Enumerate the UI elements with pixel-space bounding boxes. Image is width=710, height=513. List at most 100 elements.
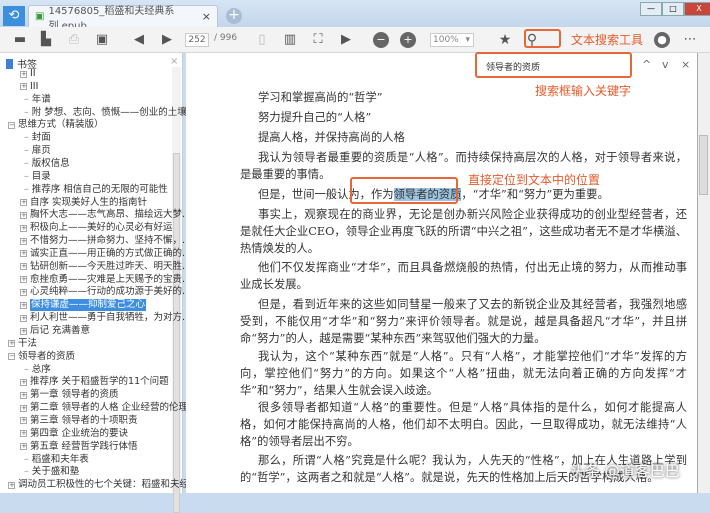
paragraph: 但是，世间一般认为，作为领导者的资质，“才华”和“努力”更为重要。 xyxy=(240,186,687,203)
bookmark-item[interactable]: + 第三章 领导者的十项职责 xyxy=(20,415,138,427)
bookmark-item[interactable]: + 干法 xyxy=(8,338,37,350)
bookmark-item[interactable]: – 封面 xyxy=(24,132,51,144)
sidebar-scroll-thumb[interactable] xyxy=(173,153,180,513)
tree-line: – xyxy=(24,183,29,195)
sidebar-close-button[interactable]: × xyxy=(170,56,178,67)
bookmark-item[interactable]: – 年谱 xyxy=(24,94,51,106)
tab-close-button[interactable]: × xyxy=(202,10,211,23)
expand-toggle-icon[interactable]: + xyxy=(20,404,27,412)
tree-line: – xyxy=(24,466,29,478)
expand-toggle-icon[interactable]: + xyxy=(8,481,15,489)
paragraph: 很多领导者都知道“人格”的重要性。但是“人格”具体指的是什么，如何才能提高人格，… xyxy=(240,401,687,448)
tab-document[interactable]: ▣ 14576805_稻盛和夫经典系列.epub × xyxy=(28,5,218,32)
expand-toggle-icon[interactable]: + xyxy=(20,276,27,284)
bookmark-item[interactable]: + 推荐序 关于稻盛哲学的11个问题 xyxy=(20,376,169,388)
expand-toggle-icon[interactable]: + xyxy=(20,314,27,322)
bookmark-item[interactable]: – 推荐序 相信自己的无限的可能性 xyxy=(24,184,168,196)
expand-toggle-icon[interactable]: + xyxy=(20,378,27,386)
bookmark-icon xyxy=(6,58,13,69)
forward-arrow-icon[interactable]: ▶ xyxy=(159,32,175,48)
app-menu-icon[interactable]: ⟲ xyxy=(3,6,25,26)
open-cloud-icon[interactable]: ▙ xyxy=(38,32,54,48)
bookmark-item[interactable]: + 第四章 企业统治的要诀 xyxy=(20,428,128,440)
bookmark-item[interactable]: – 目录 xyxy=(24,171,51,183)
double-page-icon[interactable]: ▥ xyxy=(282,32,298,48)
page-number-input[interactable]: 252 xyxy=(185,33,209,47)
bookmark-item[interactable]: + 第五章 经营哲学践行体悟 xyxy=(20,441,138,453)
bookmark-item[interactable]: + 愈挫愈勇——灾难是上天赐予的宝贵... xyxy=(20,274,191,286)
back-arrow-icon[interactable]: ◀ xyxy=(131,32,147,48)
search-close-button[interactable]: × xyxy=(681,58,690,71)
bookmark-item[interactable]: + 钻研创新——今天胜过昨天、明天胜... xyxy=(20,261,191,273)
expand-toggle-icon[interactable]: + xyxy=(20,70,27,78)
search-prev-button[interactable]: ^ xyxy=(642,58,651,71)
bookmark-item[interactable]: + 第二章 领导者的人格 企业经营的伦理 xyxy=(20,402,188,414)
slideshow-icon[interactable]: ▶ xyxy=(338,32,354,48)
bookmark-item[interactable]: + 调动员工积极性的七个关键：稻盛和夫经... xyxy=(8,479,198,491)
expand-toggle-icon[interactable]: + xyxy=(20,391,27,399)
single-page-icon[interactable]: ▯ xyxy=(254,32,270,48)
bookmark-item[interactable]: + 不惜努力——拼命努力、坚持不懈，... xyxy=(20,235,191,247)
close-window-button[interactable]: X xyxy=(684,2,710,16)
expand-toggle-icon[interactable]: + xyxy=(20,417,27,425)
bookmark-label: 领导者的资质 xyxy=(18,350,76,362)
expand-toggle-icon[interactable]: + xyxy=(20,224,27,232)
maximize-button[interactable]: □ xyxy=(662,2,684,16)
tree-line: – xyxy=(24,106,29,118)
expand-toggle-icon[interactable]: + xyxy=(20,237,27,245)
bookmark-item[interactable]: – 总序 xyxy=(24,364,51,376)
expand-toggle-icon[interactable]: + xyxy=(20,301,27,309)
bookmark-item[interactable]: + II xyxy=(20,68,36,80)
bookmark-item[interactable]: + 保持谦虚——抑制爱己之心 xyxy=(20,299,147,312)
more-icon[interactable]: ⋯ xyxy=(682,32,698,48)
bookmark-item[interactable]: − 思维方式（精装版） xyxy=(8,119,104,131)
bookmark-item[interactable]: + 第一章 领导者的资质 xyxy=(20,389,119,401)
save-icon[interactable]: ▣ xyxy=(94,32,110,48)
bookmark-item[interactable]: + 心灵纯粹——行动的成功源于美好的... xyxy=(20,286,191,298)
open-folder-icon[interactable]: ▬ xyxy=(12,32,28,48)
expand-toggle-icon[interactable]: + xyxy=(20,430,27,438)
expand-toggle-icon[interactable]: + xyxy=(20,327,27,335)
bookmark-item[interactable]: + III xyxy=(20,81,38,93)
expand-toggle-icon[interactable]: − xyxy=(8,121,15,129)
expand-toggle-icon[interactable]: + xyxy=(20,199,27,206)
account-icon[interactable]: ● xyxy=(654,32,670,48)
zoom-select[interactable]: 100% ▾ xyxy=(430,33,474,47)
zoom-out-icon[interactable]: − xyxy=(373,32,389,48)
bookmark-item[interactable]: – 扉页 xyxy=(24,145,51,157)
bookmark-item[interactable]: + 后记 充满善意 xyxy=(20,325,90,337)
bookmark-item[interactable]: + 自序 实现美好人生的指南针 xyxy=(20,197,147,209)
bookmark-item[interactable]: + 利人利世——勇于自我牺牲，为对方... xyxy=(20,312,191,324)
expand-toggle-icon[interactable]: + xyxy=(8,340,15,348)
minimize-button[interactable]: — xyxy=(640,2,662,16)
bookmark-star-icon[interactable]: ★ xyxy=(497,32,513,48)
print-icon[interactable]: ⎙ xyxy=(66,32,82,48)
text: ，“才华”和“努力”更为重要。 xyxy=(461,188,609,201)
expand-toggle-icon[interactable]: + xyxy=(20,443,27,451)
bookmark-item[interactable]: – 稻盛和夫年表 xyxy=(24,454,89,466)
bookmark-item[interactable]: + 诚实正直——用正确的方式做正确的... xyxy=(20,248,191,260)
expand-toggle-icon[interactable]: + xyxy=(20,250,27,258)
bookmark-item[interactable]: + 胸怀大志——志气高昂、描绘远大梦... xyxy=(20,209,191,221)
expand-toggle-icon[interactable]: + xyxy=(20,263,27,271)
paragraph: 他们不仅发挥商业“才华”，而且具备燃烧般的热情，付出无止境的努力，从而推动事业成… xyxy=(240,261,687,291)
content-scroll-thumb[interactable] xyxy=(699,135,708,195)
content-scrollbar[interactable] xyxy=(697,53,710,493)
window-controls: — □ X xyxy=(640,2,710,16)
expand-toggle-icon[interactable]: + xyxy=(20,83,27,91)
bookmark-label: 积极向上——美好的心灵必有好运 xyxy=(30,222,173,234)
bookmark-item[interactable]: – 附 梦想、志向、愤慨——创业的土壤 xyxy=(24,107,187,119)
bookmark-label: 总序 xyxy=(31,363,51,375)
new-tab-button[interactable]: + xyxy=(226,8,242,24)
bookmark-item[interactable]: – 版权信息 xyxy=(24,158,70,170)
annotation-box-search-input xyxy=(475,52,632,78)
bookmark-item[interactable]: – 关于盛和塾 xyxy=(24,466,79,478)
bookmark-item[interactable]: + 积极向上——美好的心灵必有好运 xyxy=(20,222,173,234)
zoom-in-icon[interactable]: + xyxy=(400,32,416,48)
expand-toggle-icon[interactable]: − xyxy=(8,353,15,361)
expand-toggle-icon[interactable]: + xyxy=(20,211,27,219)
expand-toggle-icon[interactable]: + xyxy=(20,288,27,296)
fullscreen-icon[interactable]: ⛶ xyxy=(310,32,326,48)
bookmark-item[interactable]: − 领导者的资质 xyxy=(8,351,75,363)
search-next-button[interactable]: v xyxy=(662,58,669,71)
